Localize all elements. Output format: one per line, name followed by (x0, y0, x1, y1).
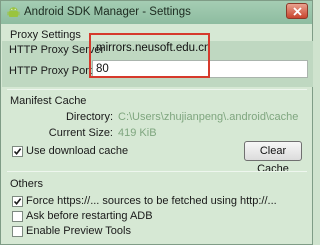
manifest-cache-heading: Manifest Cache (10, 95, 87, 107)
enable-preview-tools-checkbox[interactable] (12, 226, 23, 237)
enable-preview-tools-label[interactable]: Enable Preview Tools (26, 225, 131, 237)
close-icon (293, 7, 302, 16)
divider (7, 171, 307, 172)
android-icon (7, 6, 20, 19)
force-http-label[interactable]: Force https://... sources to be fetched … (26, 195, 277, 207)
title-bar[interactable]: Android SDK Manager - Settings (1, 1, 312, 24)
directory-label: Directory: (65, 111, 113, 123)
settings-window: Android SDK Manager - Settings Proxy Set… (0, 0, 313, 245)
divider (7, 89, 307, 90)
others-heading: Others (10, 178, 44, 190)
http-proxy-server-label: HTTP Proxy Server (9, 44, 105, 56)
http-proxy-server-input[interactable] (92, 39, 308, 57)
close-button[interactable] (286, 3, 308, 19)
directory-value: C:\Users\zhujianpeng\.android\cache (118, 111, 299, 123)
clear-cache-button[interactable]: Clear Cache (244, 141, 302, 175)
ask-before-restarting-adb-label[interactable]: Ask before restarting ADB (26, 210, 153, 222)
http-proxy-port-input[interactable] (92, 60, 308, 78)
use-download-cache-checkbox[interactable] (12, 146, 23, 157)
ask-before-restarting-adb-checkbox[interactable] (12, 211, 23, 222)
use-download-cache-label[interactable]: Use download cache (26, 145, 128, 157)
check-icon (13, 198, 22, 206)
current-size-value: 419 KiB (118, 127, 157, 139)
window-title: Android SDK Manager - Settings (24, 6, 191, 18)
current-size-label: Current Size: (48, 127, 113, 139)
force-http-checkbox[interactable] (12, 196, 23, 207)
proxy-settings-heading: Proxy Settings (10, 29, 81, 41)
http-proxy-port-label: HTTP Proxy Port (9, 65, 92, 77)
check-icon (13, 148, 22, 156)
